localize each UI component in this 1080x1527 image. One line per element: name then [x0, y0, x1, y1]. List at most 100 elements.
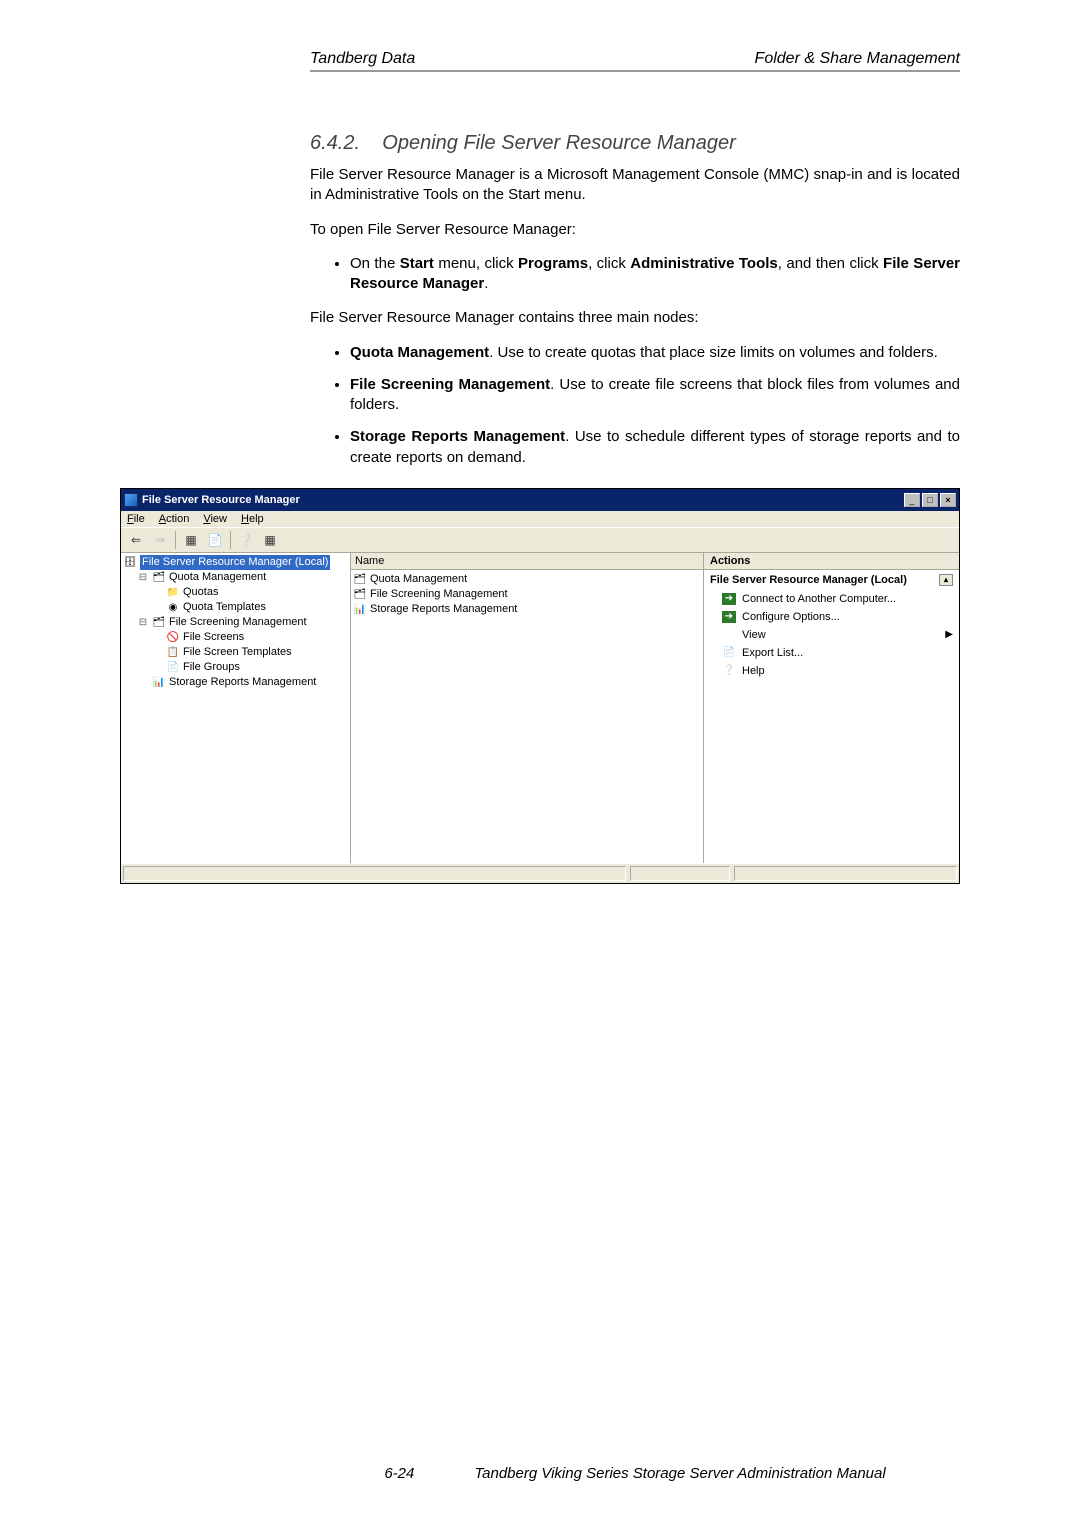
statusbar — [121, 863, 959, 883]
header-left: Tandberg Data — [310, 50, 415, 68]
document-page: Tandberg Data Folder & Share Management … — [0, 0, 1080, 1527]
menu-action[interactable]: Action — [159, 513, 190, 525]
minimize-button[interactable]: _ — [904, 493, 920, 507]
help-button[interactable]: ❔ — [235, 530, 257, 550]
file-screening-icon: 🗂 — [152, 616, 166, 628]
fsrm-icon: 🗄 — [123, 556, 137, 568]
file-screening-icon: 🗂 — [353, 588, 367, 600]
paragraph-1: File Server Resource Manager is a Micros… — [310, 165, 960, 206]
list-item-label: Quota Management — [370, 572, 467, 587]
app-icon — [124, 493, 138, 507]
quota-mgmt-icon: 🗂 — [152, 571, 166, 583]
tree-file-screen-templates[interactable]: 📋 File Screen Templates — [123, 645, 348, 660]
tree-file-screening-management[interactable]: ⊟ 🗂 File Screening Management — [123, 615, 348, 630]
node-bullet-quota: Quota Management. Use to create quotas t… — [350, 343, 960, 363]
actions-subheader-row: File Server Resource Manager (Local) ▴ — [704, 570, 959, 590]
quota-templates-icon: ◉ — [166, 601, 180, 613]
open-steps-list: On the Start menu, click Programs, click… — [310, 254, 960, 295]
mmc-window: File Server Resource Manager _ □ × File … — [120, 488, 960, 884]
file-screen-templates-icon: 📋 — [166, 646, 180, 658]
action-export-list[interactable]: 📄 Export List... — [704, 644, 959, 662]
paragraph-3: File Server Resource Manager contains th… — [310, 308, 960, 328]
open-step-1: On the Start menu, click Programs, click… — [350, 254, 960, 295]
statusbar-cell — [630, 866, 730, 881]
mmc-body: 🗄 File Server Resource Manager (Local) ⊟… — [121, 553, 959, 863]
file-groups-icon: 📄 — [166, 661, 180, 673]
header-right: Folder & Share Management — [755, 50, 960, 68]
actions-header: Actions — [704, 553, 959, 570]
section-heading: Opening File Server Resource Manager — [382, 132, 736, 154]
show-hide-tree-button[interactable]: ▦ — [180, 530, 202, 550]
list-item[interactable]: 🗂 File Screening Management — [353, 587, 701, 602]
window-title: File Server Resource Manager — [142, 494, 300, 506]
nodes-list: Quota Management. Use to create quotas t… — [310, 343, 960, 468]
blank-icon — [722, 629, 736, 641]
menu-file[interactable]: File — [127, 513, 145, 525]
help-icon: ❔ — [722, 665, 736, 677]
expand-icon[interactable]: ⊟ — [137, 615, 149, 630]
storage-reports-icon: 📊 — [152, 676, 166, 688]
toolbar-separator — [230, 531, 231, 549]
forward-button[interactable]: ⇒ — [149, 530, 171, 550]
storage-reports-icon: 📊 — [353, 603, 367, 615]
statusbar-cell — [734, 866, 957, 881]
submenu-arrow-icon: ▶ — [945, 629, 953, 640]
page-footer: 6-24 Tandberg Viking Series Storage Serv… — [0, 1465, 1080, 1482]
titlebar-left: File Server Resource Manager — [124, 493, 300, 507]
expand-icon[interactable]: ⊟ — [137, 570, 149, 585]
collapse-button[interactable]: ▴ — [939, 574, 953, 586]
header-rule — [310, 70, 960, 72]
list-item[interactable]: 🗂 Quota Management — [353, 572, 701, 587]
refresh-button[interactable]: ▦ — [259, 530, 281, 550]
arrow-icon: ➔ — [722, 593, 736, 605]
tree-pane[interactable]: 🗄 File Server Resource Manager (Local) ⊟… — [121, 553, 351, 863]
node-bullet-storage-reports: Storage Reports Management. Use to sched… — [350, 427, 960, 468]
page-header: Tandberg Data Folder & Share Management — [310, 50, 960, 68]
center-pane[interactable]: Name 🗂 Quota Management 🗂 File Screening… — [351, 553, 704, 863]
list-item-label: File Screening Management — [370, 587, 508, 602]
action-label: View — [742, 629, 766, 641]
tree-file-groups[interactable]: 📄 File Groups — [123, 660, 348, 675]
action-label: Export List... — [742, 647, 803, 659]
paragraph-2: To open File Server Resource Manager: — [310, 220, 960, 240]
tree-quota-templates[interactable]: ◉ Quota Templates — [123, 600, 348, 615]
tree-root[interactable]: 🗄 File Server Resource Manager (Local) — [123, 555, 348, 570]
column-header-name[interactable]: Name — [351, 553, 703, 570]
tree-storage-reports[interactable]: 📊 Storage Reports Management — [123, 675, 348, 690]
close-button[interactable]: × — [940, 493, 956, 507]
tree-file-screens[interactable]: 🚫 File Screens — [123, 630, 348, 645]
center-list: 🗂 Quota Management 🗂 File Screening Mana… — [351, 570, 703, 619]
section-number: 6.4.2. — [310, 132, 360, 154]
tree: 🗄 File Server Resource Manager (Local) ⊟… — [121, 553, 350, 692]
back-button[interactable]: ⇐ — [125, 530, 147, 550]
arrow-icon: ➔ — [722, 611, 736, 623]
action-view[interactable]: View ▶ — [704, 626, 959, 644]
toolbar-separator — [175, 531, 176, 549]
action-label: Connect to Another Computer... — [742, 593, 896, 605]
list-item[interactable]: 📊 Storage Reports Management — [353, 602, 701, 617]
toolbar: ⇐ ⇒ ▦ 📄 ❔ ▦ — [121, 527, 959, 553]
action-help[interactable]: ❔ Help — [704, 662, 959, 680]
action-connect[interactable]: ➔ Connect to Another Computer... — [704, 590, 959, 608]
export-icon: 📄 — [722, 647, 736, 659]
maximize-button[interactable]: □ — [922, 493, 938, 507]
action-label: Help — [742, 665, 765, 677]
section-title: 6.4.2. Opening File Server Resource Mana… — [310, 132, 960, 155]
manual-title: Tandberg Viking Series Storage Server Ad… — [474, 1465, 885, 1482]
action-configure[interactable]: ➔ Configure Options... — [704, 608, 959, 626]
statusbar-cell — [123, 866, 626, 881]
menu-view[interactable]: View — [203, 513, 227, 525]
list-item-label: Storage Reports Management — [370, 602, 517, 617]
export-list-button[interactable]: 📄 — [204, 530, 226, 550]
quotas-icon: 📁 — [166, 586, 180, 598]
action-label: Configure Options... — [742, 611, 840, 623]
titlebar[interactable]: File Server Resource Manager _ □ × — [121, 489, 959, 511]
tree-quotas[interactable]: 📁 Quotas — [123, 585, 348, 600]
tree-quota-management[interactable]: ⊟ 🗂 Quota Management — [123, 570, 348, 585]
page-number: 6-24 — [384, 1465, 414, 1482]
quota-mgmt-icon: 🗂 — [353, 573, 367, 585]
window-buttons: _ □ × — [904, 493, 956, 507]
content-block: 6.4.2. Opening File Server Resource Mana… — [310, 132, 960, 468]
menu-help[interactable]: Help — [241, 513, 264, 525]
node-bullet-file-screening: File Screening Management. Use to create… — [350, 375, 960, 416]
